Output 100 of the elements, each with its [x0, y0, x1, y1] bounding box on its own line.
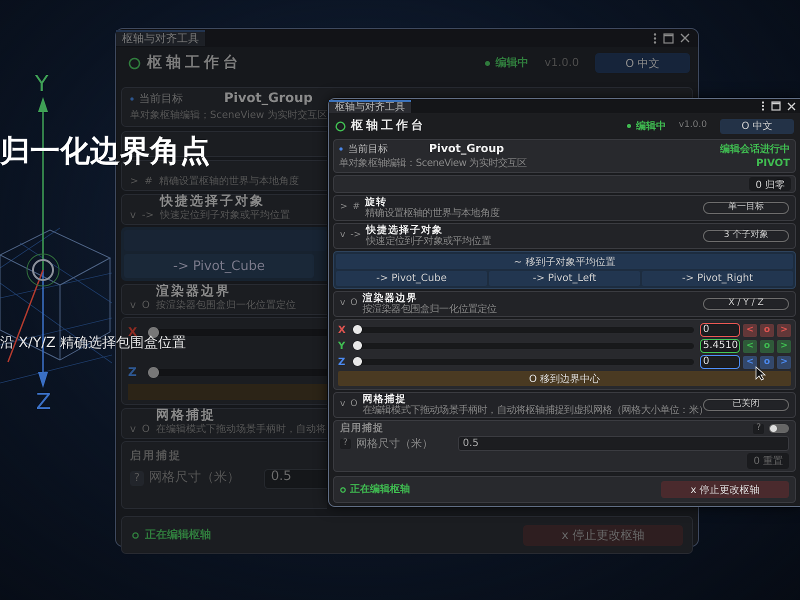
step-button[interactable]: <: [743, 356, 757, 369]
section-symbol: ->: [350, 231, 362, 242]
axis-label: Z: [128, 366, 138, 380]
help-button[interactable]: ?: [753, 424, 764, 434]
ring-icon: [132, 532, 139, 538]
expand-toggle[interactable]: v: [130, 424, 136, 435]
child-button[interactable]: -> Pivot_Cube: [336, 271, 487, 286]
status-text: 编辑中: [636, 120, 666, 132]
editing-status: 正在编辑枢轴: [145, 528, 211, 542]
section-title: 渲染器边界: [156, 284, 232, 300]
center-button[interactable]: O 移到边界中心: [338, 371, 791, 386]
section-pill[interactable]: 3 个子对象: [703, 230, 789, 242]
target-label: 当前目标: [348, 144, 388, 155]
expand-toggle[interactable]: v: [130, 300, 136, 311]
session-status: 编辑会话进行中: [720, 144, 790, 155]
expand-toggle[interactable]: >: [340, 203, 348, 214]
section-symbol: O: [142, 424, 150, 435]
axis-label: X: [338, 324, 347, 336]
section-pill[interactable]: 单一目标: [703, 202, 789, 214]
slider-track[interactable]: [148, 329, 327, 336]
slider-thumb[interactable]: [353, 341, 362, 350]
window-heading: 枢轴工作台: [147, 54, 242, 72]
snap-toggle[interactable]: [769, 424, 789, 434]
slider-track[interactable]: [353, 359, 694, 366]
section-header[interactable]: v -> 快捷选择子对象 快速定位到子对象或平均位置: [121, 194, 327, 225]
expand-toggle[interactable]: v: [340, 400, 346, 410]
bullet-icon: [130, 97, 134, 102]
version-text: v1.0.0: [678, 121, 707, 131]
maximize-icon[interactable]: [771, 101, 781, 111]
child-button[interactable]: -> Pivot_Cube: [124, 254, 314, 278]
section-description: 在编辑模式下拖动场景手柄时，自动将: [156, 424, 326, 435]
grid-size-label: 网格尺寸（米）: [356, 438, 433, 450]
section-description: 精确设置枢轴的世界与本地角度: [365, 208, 500, 220]
section-title: 网格捕捉: [156, 408, 217, 424]
slider-thumb[interactable]: [353, 357, 362, 366]
close-icon[interactable]: [787, 102, 796, 110]
enable-label: 启用捕捉: [340, 423, 384, 434]
section-header[interactable]: v O 渲染器边界 按渲染器包围盒归一化位置定位: [121, 284, 327, 315]
step-button[interactable]: >: [777, 340, 791, 353]
value-field[interactable]: 0: [700, 323, 740, 338]
reset-button[interactable]: 0 重置: [747, 453, 789, 470]
section-pill[interactable]: X / Y / Z: [703, 298, 789, 310]
expand-toggle[interactable]: v: [340, 299, 346, 310]
status-dot-icon: [484, 60, 490, 66]
section-header[interactable]: v O 网格捕捉 在编辑模式下拖动场景手柄时，自动将: [121, 408, 327, 439]
expand-toggle[interactable]: >: [130, 176, 138, 187]
axis-label: Z: [338, 356, 346, 368]
language-button[interactable]: O 中文: [595, 53, 690, 73]
window-tab[interactable]: 枢轴与对齐工具: [329, 100, 411, 112]
ring-icon: [340, 486, 346, 493]
grid-size-field[interactable]: 0.5: [458, 436, 789, 452]
step-button[interactable]: <: [743, 324, 757, 337]
zero-button[interactable]: 0 归零: [749, 177, 791, 192]
close-icon[interactable]: [680, 33, 690, 43]
slider-track[interactable]: [353, 327, 694, 334]
section-description: 精确设置枢轴的世界与本地角度: [158, 176, 299, 187]
expand-toggle[interactable]: v: [340, 231, 346, 242]
enable-label: 启用捕捉: [130, 450, 183, 463]
step-button[interactable]: o: [760, 356, 774, 369]
section-title: 网格捕捉: [362, 394, 406, 406]
help-button[interactable]: ?: [340, 438, 351, 449]
child-button[interactable]: -> Pivot_Right: [642, 271, 793, 286]
step-button[interactable]: >: [777, 356, 791, 369]
mode-label: PIVOT: [756, 158, 790, 170]
slider-thumb[interactable]: [353, 325, 362, 334]
slider-thumb[interactable]: [148, 367, 159, 378]
target-hint: 单对象枢轴编辑：SceneView 为实时交互区: [339, 158, 527, 170]
step-button[interactable]: >: [777, 324, 791, 337]
target-label: 当前目标: [139, 93, 183, 106]
section-pill[interactable]: 已关闭: [703, 399, 789, 412]
slider-track[interactable]: [353, 343, 694, 350]
window-heading: 枢轴工作台: [351, 119, 426, 133]
step-button[interactable]: o: [760, 340, 774, 353]
maximize-icon[interactable]: [663, 32, 674, 44]
section-description: 快速定位到子对象或平均位置: [160, 210, 290, 221]
section-title: 快捷选择子对象: [160, 194, 266, 210]
more-icon[interactable]: [653, 32, 657, 44]
stop-button[interactable]: x 停止更改枢轴: [661, 481, 789, 498]
section-header[interactable]: v O 网格捕捉 在编辑模式下拖动场景手柄时，自动将枢轴捕捉到虚拟网格（网格大小单位：米） 已关闭: [333, 392, 796, 418]
stop-button[interactable]: x 停止更改枢轴: [523, 524, 683, 546]
average-button[interactable]: ~ 移到子对象平均位置: [336, 254, 793, 270]
section-symbol: O: [350, 400, 358, 410]
cursor-icon: [755, 366, 766, 381]
step-button[interactable]: <: [743, 340, 757, 353]
editing-status: 正在编辑枢轴: [350, 484, 410, 496]
expand-toggle[interactable]: v: [130, 210, 136, 221]
slider-track[interactable]: [148, 369, 327, 376]
target-name: Pivot_Group: [429, 143, 504, 156]
section-title: 旋转: [365, 197, 388, 208]
window-tab[interactable]: 枢轴与对齐工具: [116, 30, 205, 46]
value-field[interactable]: 0: [700, 355, 740, 370]
step-button[interactable]: o: [760, 324, 774, 337]
child-button[interactable]: -> Pivot_Left: [489, 271, 640, 286]
more-icon[interactable]: [761, 101, 765, 111]
language-button[interactable]: O 中文: [720, 118, 794, 134]
section-title: 渲染器边界: [362, 293, 418, 304]
value-field[interactable]: 5.4510: [700, 339, 740, 354]
status-dot-icon: [626, 124, 631, 128]
ring-icon: [128, 56, 141, 70]
grid-size-field[interactable]: 0.5: [264, 468, 327, 489]
